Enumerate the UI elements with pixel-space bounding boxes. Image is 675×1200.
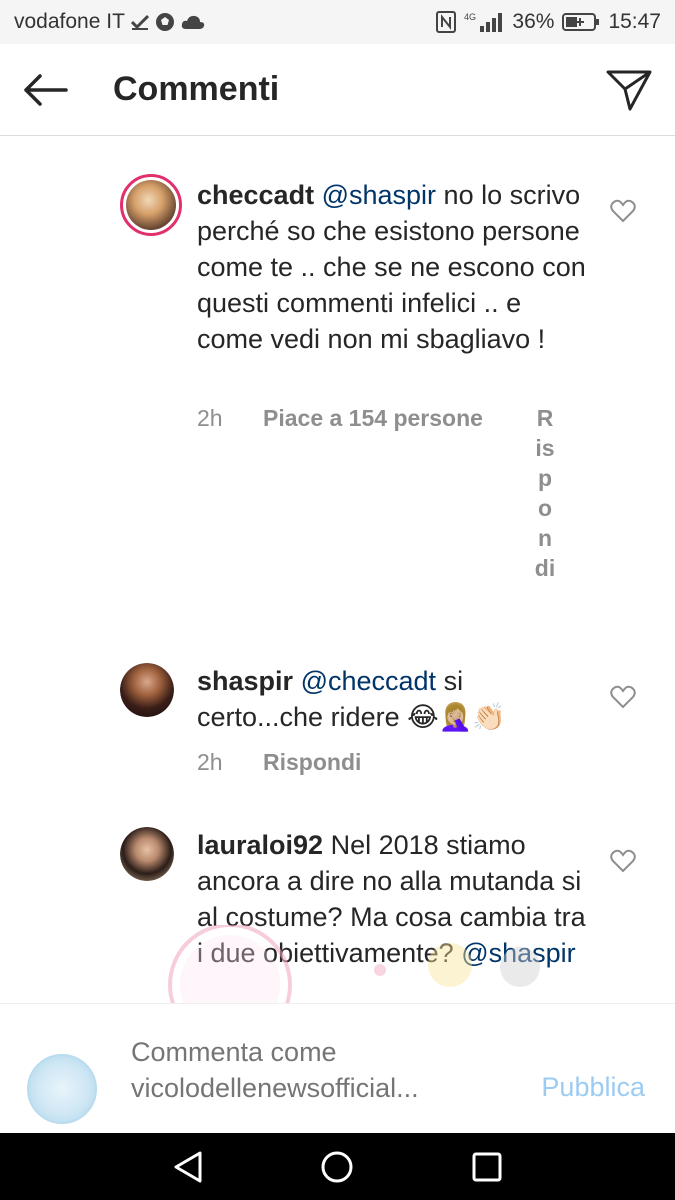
battery-icon — [562, 12, 600, 32]
comments-list[interactable]: checcadt @shaspir no lo scrivo perché so… — [0, 137, 675, 1003]
back-button[interactable] — [20, 68, 70, 112]
heart-icon — [610, 199, 636, 223]
comment-mention[interactable]: @checcadt — [301, 666, 436, 696]
comment-composer: Pubblica — [0, 1003, 675, 1133]
my-avatar — [27, 1054, 97, 1124]
reply-button[interactable]: Rispondi — [263, 749, 361, 776]
comment-input[interactable] — [131, 1034, 511, 1114]
circle-home-icon — [321, 1151, 353, 1183]
avatar[interactable] — [120, 174, 182, 236]
comment-item: checcadt @shaspir no lo scrivo perché so… — [0, 137, 675, 637]
comment-time: 2h — [197, 749, 223, 775]
heart-icon — [610, 685, 636, 709]
comment-username[interactable]: checcadt — [197, 180, 314, 210]
like-button[interactable] — [610, 685, 636, 709]
status-bar: vodafone IT 4G 36% 15:47 — [0, 0, 675, 44]
cloud-icon — [181, 14, 205, 30]
arrow-left-icon — [24, 74, 68, 106]
comment-meta: 2h Rispondi — [197, 749, 361, 776]
top-bar: Commenti — [0, 44, 675, 136]
comment-text: checcadt @shaspir no lo scrivo perché so… — [197, 177, 587, 357]
comment-mention[interactable]: @shaspir — [461, 938, 575, 968]
triangle-back-icon — [174, 1151, 202, 1183]
status-right: 4G 36% 15:47 — [436, 10, 661, 34]
reply-button[interactable]: Rispondi — [534, 403, 556, 583]
comment-item: shaspir @checcadt si certo...che ridere … — [0, 637, 675, 797]
clock: 15:47 — [608, 10, 661, 33]
avatar-photo — [120, 827, 174, 881]
heart-icon — [610, 849, 636, 873]
avatar[interactable] — [120, 663, 174, 717]
comment-username[interactable]: shaspir — [197, 666, 293, 696]
comment-mention[interactable]: @shaspir — [322, 180, 436, 210]
nav-recents-button[interactable] — [469, 1149, 505, 1185]
square-recents-icon — [472, 1152, 502, 1182]
comment-text: shaspir @checcadt si certo...che ridere … — [197, 663, 587, 735]
signal-icon: 4G — [464, 11, 504, 33]
avatar-photo — [126, 180, 176, 230]
comment-item: lauraloi92 Nel 2018 stiamo ancora a dire… — [0, 797, 675, 1003]
paper-plane-icon — [606, 70, 652, 111]
carrier-label: vodafone IT — [14, 10, 125, 33]
comment-text: lauraloi92 Nel 2018 stiamo ancora a dire… — [197, 827, 587, 971]
avatar[interactable] — [120, 827, 174, 881]
network-label: 4G — [464, 12, 476, 22]
status-left: vodafone IT — [14, 10, 205, 34]
check-icon — [130, 14, 149, 30]
comment-username[interactable]: lauraloi92 — [197, 830, 323, 860]
direct-message-button[interactable] — [605, 68, 653, 112]
like-button[interactable] — [610, 199, 636, 223]
soccer-ball-icon — [155, 12, 175, 32]
avatar-photo — [120, 663, 174, 717]
nav-back-button[interactable] — [170, 1149, 206, 1185]
like-button[interactable] — [610, 849, 636, 873]
battery-percent: 36% — [512, 10, 555, 33]
nav-home-button[interactable] — [319, 1149, 355, 1185]
comment-meta: 2h Piace a 154 persone — [197, 405, 535, 432]
page-title: Commenti — [113, 70, 280, 108]
comment-likes[interactable]: Piace a 154 persone — [263, 405, 535, 432]
publish-button[interactable]: Pubblica — [541, 1072, 645, 1103]
system-nav-bar — [0, 1133, 675, 1200]
comment-time: 2h — [197, 405, 223, 431]
nfc-icon — [436, 11, 457, 33]
